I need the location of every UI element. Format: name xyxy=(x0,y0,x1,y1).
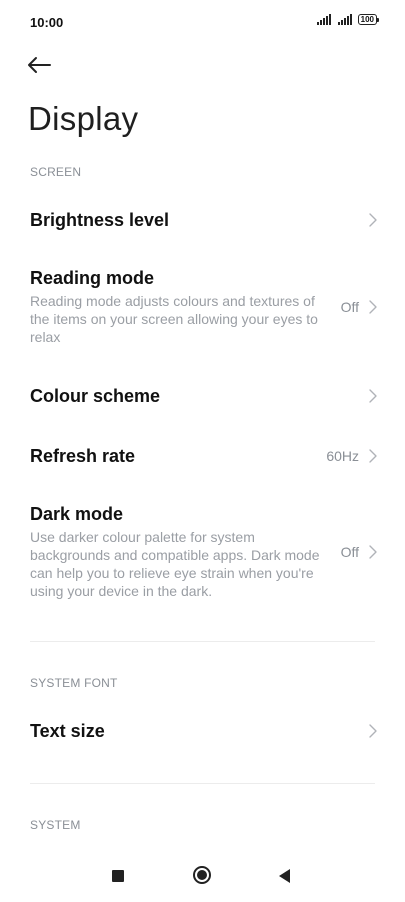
item-value: 60Hz xyxy=(326,448,359,464)
text-size-item[interactable]: Text size xyxy=(30,711,377,751)
arrow-left-icon xyxy=(28,57,51,73)
chevron-right-icon xyxy=(369,213,377,227)
item-title: Colour scheme xyxy=(30,385,161,406)
battery-icon: 100 xyxy=(357,14,379,25)
status-time: 10:00 xyxy=(30,15,64,30)
square-icon[interactable] xyxy=(112,870,124,882)
status-icons: 100 xyxy=(316,14,379,25)
battery-level: 100 xyxy=(357,14,377,25)
status-bar: 10:00 100 xyxy=(0,0,405,44)
chevron-right-icon xyxy=(369,389,377,403)
chevron-right-icon xyxy=(369,724,377,738)
dark-mode-item[interactable]: Dark mode Use darker colour palette for … xyxy=(30,504,377,600)
reading-mode-item[interactable]: Reading mode Reading mode adjusts colour… xyxy=(30,268,377,346)
chevron-right-icon xyxy=(369,449,377,463)
item-value: Off xyxy=(340,299,359,315)
item-title: Dark mode xyxy=(30,504,124,524)
circle-icon[interactable] xyxy=(193,866,211,884)
triangle-left-icon[interactable] xyxy=(279,869,290,883)
colour-scheme-item[interactable]: Colour scheme xyxy=(30,376,377,416)
item-title: Reading mode xyxy=(30,268,155,288)
item-description: Reading mode adjusts colours and texture… xyxy=(30,293,318,345)
signal-icon xyxy=(316,14,331,25)
item-value: Off xyxy=(340,544,359,560)
section-header-system: SYSTEM xyxy=(30,818,81,832)
brightness-level-item[interactable]: Brightness level xyxy=(30,200,377,240)
item-title: Text size xyxy=(30,720,105,741)
display-settings-screen: 10:00 100 Display SCREEN Brightness leve… xyxy=(0,0,405,902)
item-title: Brightness level xyxy=(30,209,170,230)
chevron-right-icon xyxy=(369,300,377,314)
item-title: Refresh rate xyxy=(30,445,136,466)
section-divider xyxy=(30,641,375,642)
page-title: Display xyxy=(28,100,139,137)
refresh-rate-item[interactable]: Refresh rate 60Hz xyxy=(30,436,377,476)
section-header-system-font: SYSTEM FONT xyxy=(30,676,118,690)
chevron-right-icon xyxy=(369,545,377,559)
item-description: Use darker colour palette for system bac… xyxy=(30,529,320,599)
navigation-bar xyxy=(0,852,405,902)
back-button[interactable] xyxy=(26,50,62,80)
signal-icon xyxy=(337,14,352,25)
section-divider xyxy=(30,783,375,784)
section-header-screen: SCREEN xyxy=(30,165,82,179)
